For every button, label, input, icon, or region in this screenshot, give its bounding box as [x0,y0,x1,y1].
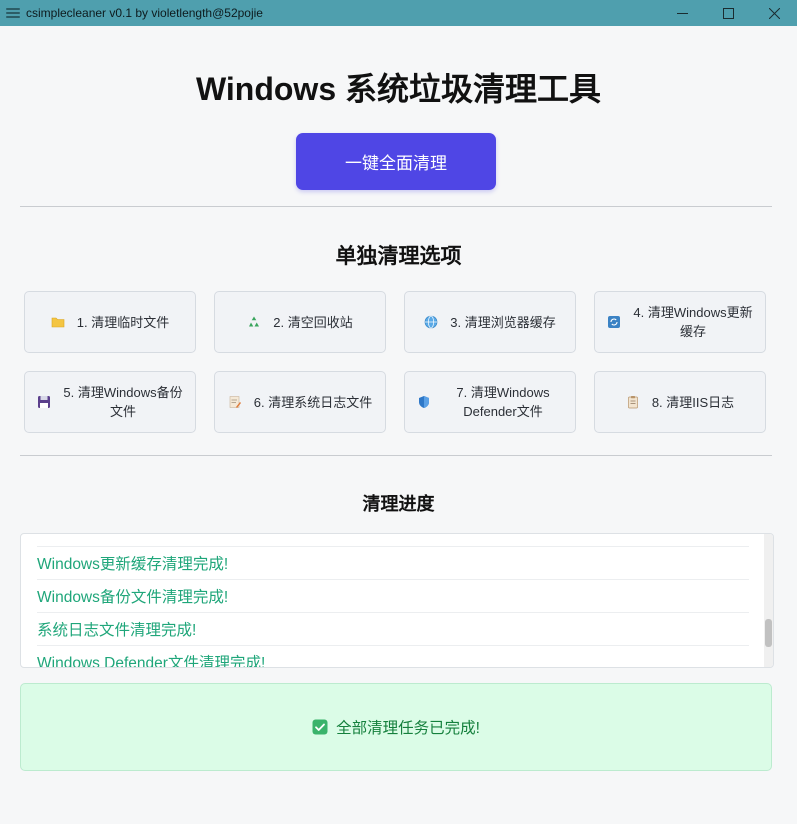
option-label: 8. 清理IIS日志 [651,394,735,410]
recycle-icon [247,315,261,329]
option-label: 7. 清理Windows Defender文件 [456,385,550,419]
option-label: 3. 清理浏览器缓存 [450,314,556,330]
progress-log[interactable]: Windows更新缓存清理完成! Windows备份文件清理完成! 系统日志文件… [20,533,774,668]
refresh-icon [607,315,621,329]
close-icon [768,7,780,19]
log-line: Windows Defender文件清理完成! [37,654,266,668]
log-line: Windows更新缓存清理完成! [37,546,749,580]
title-bar[interactable]: csimplecleaner v0.1 by violetlength@52po… [0,0,797,26]
log-scrollbar[interactable] [764,534,773,667]
status-text: 全部清理任务已完成! [336,720,480,737]
shield-icon [417,395,431,409]
option-clean-windows-defender[interactable]: 7. 清理Windows Defender文件 [404,371,576,433]
option-label: 2. 清空回收站 [273,314,353,330]
divider-top [20,206,772,207]
option-clean-windows-update-cache[interactable]: 4. 清理Windows更新缓存 [594,291,766,353]
close-button[interactable] [751,0,797,26]
option-clean-temp-files[interactable]: 1. 清理临时文件 [24,291,196,353]
option-clean-browser-cache[interactable]: 3. 清理浏览器缓存 [404,291,576,353]
option-clean-system-logs[interactable]: 6. 清理系统日志文件 [214,371,386,433]
page-title: Windows 系统垃圾清理工具 [195,71,602,107]
main-content: Windows 系统垃圾清理工具 一键全面清理 单独清理选项 1. 清理临时文件… [0,26,797,824]
log-line: Windows备份文件清理完成! [37,579,749,613]
option-clean-windows-backup[interactable]: 5. 清理Windows备份文件 [24,371,196,433]
memo-icon [228,395,242,409]
check-mark-icon [312,719,328,735]
status-panel: 全部清理任务已完成! [20,683,772,771]
option-label: 1. 清理临时文件 [76,314,170,330]
floppy-disk-icon [37,395,51,409]
option-label: 5. 清理Windows备份文件 [63,385,183,419]
progress-section-title: 清理进度 [362,494,435,514]
maximize-button[interactable] [705,0,751,26]
folder-icon [51,315,65,329]
minimize-icon [676,12,688,14]
app-menu-icon[interactable] [6,6,20,20]
maximize-icon [722,7,734,19]
globe-icon [424,315,438,329]
divider-bottom [20,455,772,456]
option-label: 4. 清理Windows更新缓存 [633,305,753,339]
window-controls [659,0,797,26]
option-label: 6. 清理系统日志文件 [253,394,373,410]
clipboard-icon [626,395,640,409]
window-title: csimplecleaner v0.1 by violetlength@52po… [26,6,263,20]
option-empty-recycle-bin[interactable]: 2. 清空回收站 [214,291,386,353]
options-section-title: 单独清理选项 [335,245,462,268]
log-line-partial [37,534,749,547]
log-scrollbar-thumb[interactable] [765,619,772,647]
option-clean-iis-logs[interactable]: 8. 清理IIS日志 [594,371,766,433]
clean-all-button[interactable]: 一键全面清理 [296,133,496,190]
log-line: 系统日志文件清理完成! [37,612,749,646]
minimize-button[interactable] [659,0,705,26]
